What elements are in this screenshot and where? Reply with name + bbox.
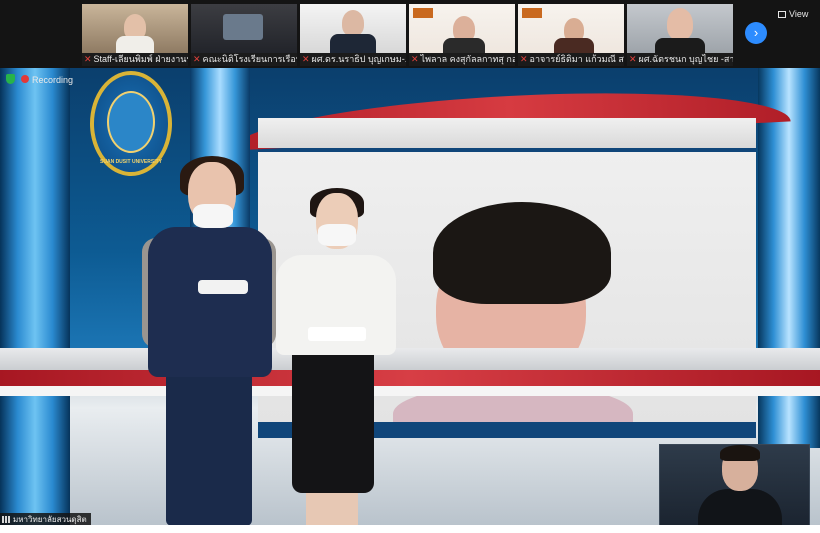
participant-video xyxy=(191,4,297,53)
participant-name: ไพลาล คงสุกัลลกาทสุ กอ... xyxy=(420,54,515,64)
mic-muted-icon: ✕ xyxy=(84,54,92,64)
participant-video xyxy=(518,4,624,54)
view-button[interactable]: View xyxy=(778,9,808,19)
participant-tile[interactable]: ✕อาจารย์ธิติมา แก้วมณี สา... xyxy=(518,4,624,66)
participant-tile[interactable]: ✕ Staff-เลียนพิมพ์ ฝ่ายงานฯ xyxy=(82,4,188,66)
participant-name-bar: ✕อาจารย์ธิติมา แก้วมณี สา... xyxy=(518,53,624,66)
participant-tile[interactable]: ✕ ไพลาล คงสุกัลลกาทสุ กอ... xyxy=(409,4,515,66)
self-view-video[interactable] xyxy=(659,444,810,526)
studio-pillar xyxy=(0,68,70,528)
host-name: มหาวิทยาลัยสวนดุสิต xyxy=(13,515,87,524)
participant-tile[interactable]: ✕ผศ.ฉัตรชนก บุญไชย -สาขา... xyxy=(627,4,733,66)
view-label: View xyxy=(789,9,809,19)
stage-stripe xyxy=(0,370,820,386)
participant-name: คณะนิติโรงเรียนการเรือน xyxy=(202,54,297,64)
participant-name: ผศ.ดร.นราธิป บุญเกษม-... xyxy=(311,54,406,64)
pip-body xyxy=(698,489,782,525)
presenter-jacket xyxy=(148,227,272,377)
next-page-button[interactable]: › xyxy=(745,22,767,44)
grid-view-icon xyxy=(778,11,786,18)
participant-name: Staff-เลียนพิมพ์ ฝ่ายงานฯ xyxy=(93,54,188,64)
mic-muted-icon: ✕ xyxy=(302,54,310,64)
signal-icon xyxy=(2,516,11,523)
participant-name-bar: ✕ผศ.ฉัตรชนก บุญไชย -สาขา... xyxy=(627,53,733,66)
participant-name-bar: ✕ ผศ.ดร.นราธิป บุญเกษม-... xyxy=(300,53,406,66)
zoom-meeting-window: ✕ Staff-เลียนพิมพ์ ฝ่ายงานฯ ✕ คณะนิติโรงเร… xyxy=(0,0,820,533)
presenter-legs xyxy=(306,488,358,528)
participant-video xyxy=(409,4,515,54)
mic-muted-icon: ✕ xyxy=(411,54,419,64)
mic-muted-icon: ✕ xyxy=(520,54,528,64)
participant-name-bar: ✕ คณะนิติโรงเรียนการเรือน xyxy=(191,53,297,66)
pip-hair xyxy=(720,445,760,461)
logo-text: SUAN DUSIT UNIVERSITY xyxy=(100,159,162,165)
presenter-skirt xyxy=(292,349,374,493)
face-mask xyxy=(193,204,233,228)
recording-label: Recording xyxy=(32,75,74,85)
participant-name: อาจารย์ธิติมา แก้วมณี สา... xyxy=(529,54,624,64)
participant-tile[interactable]: ✕ คณะนิติโรงเรียนการเรือน xyxy=(191,4,297,66)
mic-muted-icon: ✕ xyxy=(629,54,637,64)
participant-strip: ✕ Staff-เลียนพิมพ์ ฝ่ายงานฯ ✕ คณะนิติโรงเร… xyxy=(0,0,820,68)
shield-icon xyxy=(6,74,15,84)
participant-name-bar: ✕ Staff-เลียนพิมพ์ ฝ่ายงานฯ xyxy=(82,53,188,66)
stage-stripe xyxy=(0,386,820,396)
participant-tile[interactable]: ✕ ผศ.ดร.นราธิป บุญเกษม-... xyxy=(300,4,406,66)
face-mask xyxy=(318,224,356,246)
studio-arc xyxy=(258,118,756,148)
participant-video xyxy=(82,4,188,54)
participant-name-bar: ✕ ไพลาล คงสุกัลลกาทสุ กอ... xyxy=(409,53,515,66)
recording-indicator[interactable]: Recording xyxy=(6,74,73,85)
presenter-legs xyxy=(166,371,252,526)
notepad xyxy=(308,327,366,341)
university-logo: SUAN DUSIT UNIVERSITY xyxy=(90,71,172,176)
participant-name: ผศ.ฉัตรชนก บุญไชย -สาขา... xyxy=(638,54,733,64)
bottom-band xyxy=(0,525,820,533)
mic-muted-icon: ✕ xyxy=(193,54,201,64)
record-icon xyxy=(21,75,29,83)
participant-video xyxy=(627,4,733,54)
logo-emblem xyxy=(107,91,155,153)
notepad xyxy=(198,280,248,294)
participant-video xyxy=(300,4,406,54)
chevron-right-icon: › xyxy=(753,25,759,40)
speaker-hair xyxy=(433,202,611,304)
